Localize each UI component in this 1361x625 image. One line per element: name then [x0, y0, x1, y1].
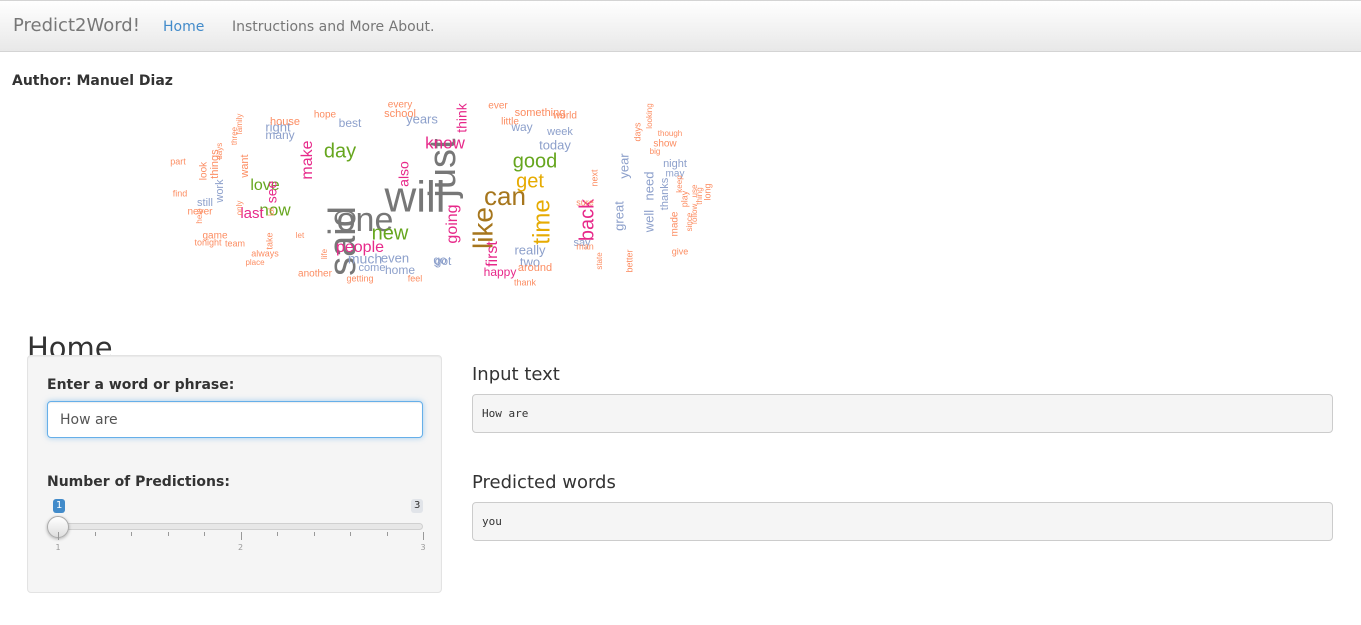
word-cloud-word: also [396, 161, 412, 187]
word-cloud-word: better [624, 249, 634, 272]
word-cloud-word: sure [576, 197, 594, 207]
tab-home[interactable]: Home [163, 19, 204, 35]
word-cloud-word: life [320, 248, 329, 259]
word-cloud-word: find [173, 188, 188, 198]
word-cloud-word: best [339, 116, 362, 130]
author-label: Author: Manuel Diaz [12, 73, 173, 89]
word-cloud-word: feel [408, 273, 423, 283]
word-cloud-word: want [239, 154, 251, 178]
word-cloud-word: lol [267, 208, 276, 216]
word-cloud-word: going [444, 204, 461, 243]
slider-tick [204, 532, 205, 536]
word-cloud-word: house [270, 116, 300, 128]
word-cloud-word: though [658, 129, 682, 138]
slider-tick [240, 532, 242, 540]
word-cloud-word: hope [314, 110, 337, 121]
slider-tick [167, 532, 169, 536]
sidebar-panel: Enter a word or phrase: Number of Predic… [27, 355, 442, 593]
word-cloud-word: see [264, 181, 280, 204]
predictions-slider-label: Number of Predictions: [47, 474, 230, 490]
word-cloud-word: part [170, 156, 186, 166]
word-cloud-word: work [214, 179, 226, 204]
word-cloud-word: many [265, 128, 294, 142]
tab-instructions-about[interactable]: Instructions and More About. [232, 19, 434, 35]
word-cloud-word: good [513, 150, 558, 172]
word-cloud-word: help [195, 208, 204, 224]
word-cloud-word: thanks [659, 177, 671, 210]
word-cloud-word: need [641, 172, 656, 201]
phrase-input[interactable] [47, 401, 423, 438]
slider-max-badge: 3 [411, 499, 424, 513]
slider-tick-label: 1 [55, 543, 61, 552]
word-cloud-word: around [518, 262, 552, 274]
word-cloud-word: big [650, 147, 661, 156]
word-cloud-svg: willsaidonejustlikecantimegetgooddaynewn… [170, 100, 712, 288]
word-cloud-word: take [264, 232, 274, 249]
word-cloud-word: three [230, 126, 239, 145]
predictions-slider[interactable]: 1 3 1 2 3 [47, 496, 427, 556]
app-brand[interactable]: Predict2Word! [13, 15, 140, 36]
slider-tick [131, 532, 132, 536]
word-cloud-word: come [359, 262, 386, 274]
word-cloud-word: look [199, 161, 210, 180]
word-cloud-word: got [435, 254, 452, 268]
word-cloud-word: next [589, 169, 599, 187]
slider-track[interactable] [58, 523, 423, 530]
word-cloud-word: ever [488, 101, 508, 112]
predicted-words-output: you [472, 502, 1333, 541]
word-cloud-word: keep [675, 175, 684, 193]
slider-tick [94, 532, 96, 536]
word-cloud-word: man [576, 241, 594, 251]
input-text-output: How are [472, 394, 1333, 433]
word-cloud-word: great [611, 201, 626, 231]
word-cloud-word: place [245, 258, 265, 267]
word-cloud-word: says [215, 143, 224, 159]
word-cloud-word: looking [645, 103, 654, 128]
word-cloud-word: happy [484, 265, 517, 279]
word-cloud-word: thank [514, 277, 537, 287]
slider-tick-label: 3 [420, 543, 426, 552]
word-cloud-word: thing [695, 187, 704, 204]
navbar: Predict2Word! Home Instructions and More… [0, 0, 1361, 52]
word-cloud-word: let [296, 231, 305, 240]
word-cloud-word: team [225, 238, 245, 248]
word-cloud-word: get [516, 170, 544, 192]
word-cloud-word: little [501, 117, 519, 128]
word-cloud-word: think [454, 102, 470, 133]
word-cloud-word: give [672, 246, 689, 256]
slider-tick [277, 532, 278, 536]
word-cloud-word: world [552, 111, 577, 122]
slider-tick-label: 2 [237, 543, 244, 552]
word-cloud-word: time [528, 199, 555, 244]
slider-value-badge: 1 [53, 499, 66, 513]
slider-tick [313, 532, 315, 536]
slider-tick [423, 532, 424, 540]
word-cloud-word: getting [346, 273, 373, 283]
word-cloud-word: follow [690, 204, 699, 225]
word-cloud-word: first [484, 241, 501, 267]
slider-tick [350, 532, 351, 536]
word-cloud-word: made [670, 211, 681, 236]
word-cloud-word: today [539, 137, 571, 152]
word-cloud-word: well [641, 210, 656, 234]
word-cloud-image: will said one just like can time get good day new n… [160, 96, 730, 288]
word-cloud-word: day [324, 140, 356, 162]
word-cloud-word: days [632, 122, 642, 142]
predicted-words-heading: Predicted words [472, 472, 616, 493]
input-text-heading: Input text [472, 364, 560, 385]
word-cloud-word: make [299, 140, 316, 179]
word-cloud-word: another [298, 269, 333, 280]
word-cloud-word: tonight [194, 237, 222, 247]
slider-tick [386, 532, 388, 536]
word-cloud-word: know [425, 133, 465, 152]
word-cloud-word: school [384, 108, 416, 120]
word-cloud-word: only [235, 201, 244, 216]
word-cloud-word: year [616, 153, 631, 179]
word-cloud-word: state [595, 252, 604, 270]
slider-tick [58, 532, 59, 540]
word-cloud-word: week [546, 126, 573, 138]
phrase-input-label: Enter a word or phrase: [47, 377, 235, 393]
